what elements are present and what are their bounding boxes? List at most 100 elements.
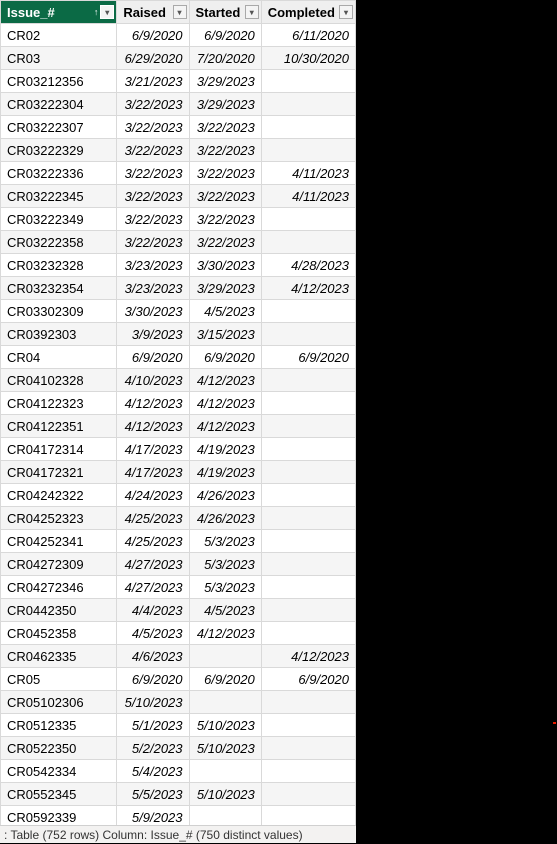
cell-started[interactable]: 4/26/2023 bbox=[189, 507, 261, 530]
table-row[interactable]: CR04423504/4/20234/5/2023 bbox=[1, 599, 356, 622]
cell-issue[interactable]: CR0542334 bbox=[1, 760, 117, 783]
cell-raised[interactable]: 6/9/2020 bbox=[117, 24, 189, 47]
cell-started[interactable]: 4/19/2023 bbox=[189, 461, 261, 484]
filter-dropdown-icon[interactable]: ▾ bbox=[173, 5, 187, 19]
table-row[interactable]: CR051023065/10/2023 bbox=[1, 691, 356, 714]
table-row[interactable]: CR032323543/23/20233/29/20234/12/2023 bbox=[1, 277, 356, 300]
cell-completed[interactable]: 4/28/2023 bbox=[261, 254, 355, 277]
cell-started[interactable]: 5/10/2023 bbox=[189, 737, 261, 760]
cell-completed[interactable]: 4/11/2023 bbox=[261, 162, 355, 185]
cell-raised[interactable]: 3/23/2023 bbox=[117, 254, 189, 277]
cell-issue[interactable]: CR03232328 bbox=[1, 254, 117, 277]
cell-raised[interactable]: 5/10/2023 bbox=[117, 691, 189, 714]
cell-started[interactable]: 3/22/2023 bbox=[189, 162, 261, 185]
table-row[interactable]: CR032223493/22/20233/22/2023 bbox=[1, 208, 356, 231]
cell-completed[interactable] bbox=[261, 461, 355, 484]
table-row[interactable]: CR032323283/23/20233/30/20234/28/2023 bbox=[1, 254, 356, 277]
cell-raised[interactable]: 3/22/2023 bbox=[117, 185, 189, 208]
cell-issue[interactable]: CR0462335 bbox=[1, 645, 117, 668]
table-row[interactable]: CR04623354/6/20234/12/2023 bbox=[1, 645, 356, 668]
cell-raised[interactable]: 4/17/2023 bbox=[117, 438, 189, 461]
table-row[interactable]: CR032223073/22/20233/22/2023 bbox=[1, 116, 356, 139]
cell-completed[interactable] bbox=[261, 806, 355, 826]
cell-completed[interactable] bbox=[261, 783, 355, 806]
cell-raised[interactable]: 4/6/2023 bbox=[117, 645, 189, 668]
cell-issue[interactable]: CR0392303 bbox=[1, 323, 117, 346]
cell-raised[interactable]: 3/22/2023 bbox=[117, 116, 189, 139]
table-row[interactable]: CR05223505/2/20235/10/2023 bbox=[1, 737, 356, 760]
table-row[interactable]: CR032223363/22/20233/22/20234/11/2023 bbox=[1, 162, 356, 185]
cell-completed[interactable] bbox=[261, 323, 355, 346]
table-row[interactable]: CR033023093/30/20234/5/2023 bbox=[1, 300, 356, 323]
cell-raised[interactable]: 3/9/2023 bbox=[117, 323, 189, 346]
cell-completed[interactable] bbox=[261, 484, 355, 507]
cell-started[interactable] bbox=[189, 806, 261, 826]
table-row[interactable]: CR041723144/17/20234/19/2023 bbox=[1, 438, 356, 461]
cell-raised[interactable]: 5/9/2023 bbox=[117, 806, 189, 826]
cell-started[interactable]: 4/12/2023 bbox=[189, 415, 261, 438]
cell-issue[interactable]: CR0512335 bbox=[1, 714, 117, 737]
cell-started[interactable]: 5/10/2023 bbox=[189, 714, 261, 737]
cell-completed[interactable] bbox=[261, 737, 355, 760]
cell-issue[interactable]: CR04272346 bbox=[1, 576, 117, 599]
table-row[interactable]: CR042723094/27/20235/3/2023 bbox=[1, 553, 356, 576]
cell-completed[interactable] bbox=[261, 116, 355, 139]
table-row[interactable]: CR026/9/20206/9/20206/11/2020 bbox=[1, 24, 356, 47]
cell-completed[interactable] bbox=[261, 70, 355, 93]
cell-completed[interactable]: 6/9/2020 bbox=[261, 346, 355, 369]
cell-raised[interactable]: 4/12/2023 bbox=[117, 415, 189, 438]
cell-issue[interactable]: CR04122323 bbox=[1, 392, 117, 415]
table-row[interactable]: CR032223453/22/20233/22/20234/11/2023 bbox=[1, 185, 356, 208]
cell-completed[interactable] bbox=[261, 530, 355, 553]
cell-completed[interactable] bbox=[261, 438, 355, 461]
cell-raised[interactable]: 3/22/2023 bbox=[117, 208, 189, 231]
cell-started[interactable]: 5/3/2023 bbox=[189, 576, 261, 599]
table-row[interactable]: CR05923395/9/2023 bbox=[1, 806, 356, 826]
cell-completed[interactable] bbox=[261, 760, 355, 783]
cell-started[interactable]: 5/3/2023 bbox=[189, 553, 261, 576]
cell-completed[interactable] bbox=[261, 714, 355, 737]
cell-issue[interactable]: CR04 bbox=[1, 346, 117, 369]
cell-raised[interactable]: 4/5/2023 bbox=[117, 622, 189, 645]
cell-completed[interactable] bbox=[261, 553, 355, 576]
cell-issue[interactable]: CR03222304 bbox=[1, 93, 117, 116]
cell-raised[interactable]: 6/29/2020 bbox=[117, 47, 189, 70]
table-row[interactable]: CR041223234/12/20234/12/2023 bbox=[1, 392, 356, 415]
table-row[interactable]: CR041023284/10/20234/12/2023 bbox=[1, 369, 356, 392]
table-row[interactable]: CR032223293/22/20233/22/2023 bbox=[1, 139, 356, 162]
cell-raised[interactable]: 5/4/2023 bbox=[117, 760, 189, 783]
cell-started[interactable]: 3/29/2023 bbox=[189, 93, 261, 116]
cell-raised[interactable]: 4/25/2023 bbox=[117, 507, 189, 530]
cell-started[interactable]: 6/9/2020 bbox=[189, 346, 261, 369]
cell-completed[interactable]: 6/9/2020 bbox=[261, 668, 355, 691]
cell-issue[interactable]: CR03222329 bbox=[1, 139, 117, 162]
cell-raised[interactable]: 5/5/2023 bbox=[117, 783, 189, 806]
cell-issue[interactable]: CR03232354 bbox=[1, 277, 117, 300]
cell-raised[interactable]: 3/22/2023 bbox=[117, 139, 189, 162]
table-row[interactable]: CR041223514/12/20234/12/2023 bbox=[1, 415, 356, 438]
table-row[interactable]: CR05523455/5/20235/10/2023 bbox=[1, 783, 356, 806]
cell-completed[interactable] bbox=[261, 300, 355, 323]
cell-started[interactable]: 4/12/2023 bbox=[189, 369, 261, 392]
cell-raised[interactable]: 6/9/2020 bbox=[117, 346, 189, 369]
cell-completed[interactable]: 6/11/2020 bbox=[261, 24, 355, 47]
filter-dropdown-icon[interactable]: ▾ bbox=[339, 5, 353, 19]
cell-issue[interactable]: CR0522350 bbox=[1, 737, 117, 760]
cell-started[interactable]: 7/20/2020 bbox=[189, 47, 261, 70]
cell-raised[interactable]: 3/23/2023 bbox=[117, 277, 189, 300]
table-row[interactable]: CR032223043/22/20233/29/2023 bbox=[1, 93, 356, 116]
cell-issue[interactable]: CR02 bbox=[1, 24, 117, 47]
filter-dropdown-icon[interactable]: ▾ bbox=[100, 5, 114, 19]
cell-completed[interactable] bbox=[261, 622, 355, 645]
cell-completed[interactable] bbox=[261, 208, 355, 231]
table-row[interactable]: CR036/29/20207/20/202010/30/2020 bbox=[1, 47, 356, 70]
cell-issue[interactable]: CR0452358 bbox=[1, 622, 117, 645]
cell-issue[interactable]: CR04242322 bbox=[1, 484, 117, 507]
cell-issue[interactable]: CR03222336 bbox=[1, 162, 117, 185]
column-header-started[interactable]: Started ▾ bbox=[189, 1, 261, 24]
cell-started[interactable]: 3/15/2023 bbox=[189, 323, 261, 346]
cell-completed[interactable] bbox=[261, 576, 355, 599]
cell-raised[interactable]: 5/1/2023 bbox=[117, 714, 189, 737]
cell-raised[interactable]: 3/22/2023 bbox=[117, 162, 189, 185]
cell-issue[interactable]: CR03302309 bbox=[1, 300, 117, 323]
